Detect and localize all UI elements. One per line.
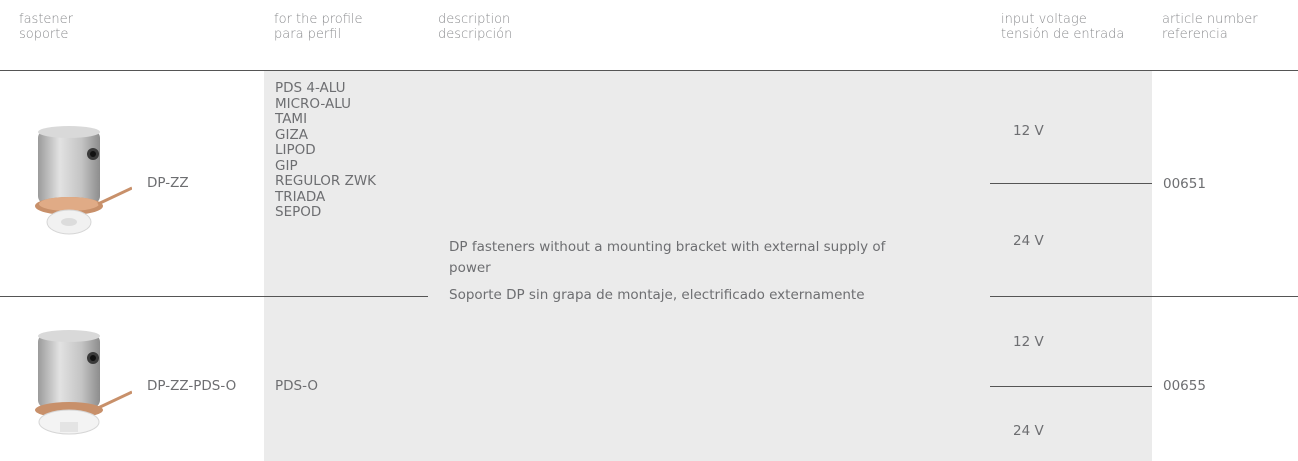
profile-item: SEPOD [275,204,322,220]
product-name: DP-ZZ-PDS-O [147,378,237,394]
row-separator-left [0,296,428,297]
voltage-divider-row2 [990,386,1152,387]
voltage-value: 24 V [1013,233,1044,249]
profile-list: PDS-O [275,378,318,395]
header-voltage: input voltage tensión de entrada [1001,12,1124,42]
product-image-dp-zz-pds-o [20,322,133,454]
description-es: Soporte DP sin grapa de montaje, electri… [449,287,865,303]
product-image-dp-zz [20,118,133,250]
voltage-value: 24 V [1013,423,1044,439]
voltage-divider-row1 [990,183,1152,184]
header-profile: for the profile para perfil [274,12,363,42]
header-profile-es: para perfil [274,27,342,42]
product-name: DP-ZZ [147,175,189,191]
header-article-en: article number [1162,12,1258,27]
fastener-image [35,330,133,435]
fastener-image [35,126,133,235]
profile-list: PDS 4-ALU MICRO-ALU TAMI GIZA LIPOD GIP … [275,80,377,221]
header-article-es: referencia [1162,27,1228,42]
article-number: 00655 [1163,378,1206,394]
profile-item: TAMI [275,111,308,127]
header-fastener-en: fastener [19,12,73,27]
profile-item: PDS 4-ALU [275,80,346,96]
profile-item: PDS-O [275,378,318,394]
header-voltage-en: input voltage [1001,12,1087,27]
profile-item: LIPOD [275,142,316,158]
header-profile-en: for the profile [274,12,363,27]
header-fastener-es: soporte [19,27,69,42]
header-description: description descripción [438,12,512,42]
voltage-value: 12 V [1013,123,1044,139]
profile-item: TRIADA [275,188,326,205]
profile-item: REGULOR ZWK [275,173,377,189]
profile-item: GIZA [275,126,308,143]
description-en: DP fasteners without a mounting bracket … [449,239,886,276]
profile-item: GIP [275,157,298,174]
profile-item: MICRO-ALU [275,95,351,112]
row-separator-right [990,296,1298,297]
header-article: article number referencia [1162,12,1258,42]
voltage-value: 12 V [1013,334,1044,350]
header-description-en: description [438,12,511,27]
header-voltage-es: tensión de entrada [1001,27,1125,42]
header-description-es: descripción [438,27,513,42]
header-fastener: fastener soporte [19,12,73,42]
article-number: 00651 [1163,176,1206,192]
